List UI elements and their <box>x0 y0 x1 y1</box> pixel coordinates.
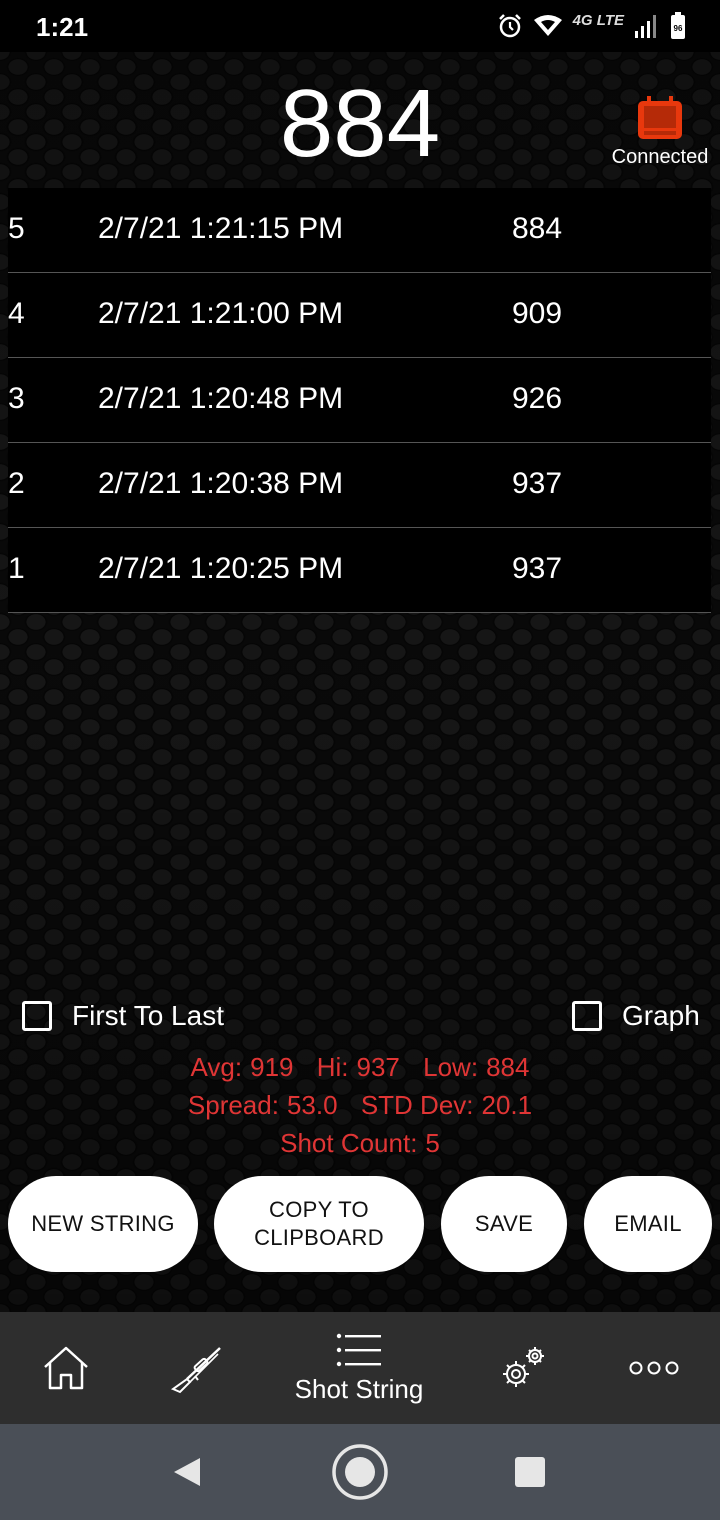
shot-datetime: 2/7/21 1:20:25 PM <box>98 552 344 585</box>
nav-settings[interactable] <box>492 1312 554 1424</box>
low-label: Low: <box>423 1052 479 1082</box>
shot-datetime: 2/7/21 1:20:48 PM <box>98 382 344 415</box>
std-dev-value: 20.1 <box>481 1090 533 1120</box>
shot-list: 5 2/7/21 1:21:15 PM 884 4 2/7/21 1:21:00… <box>8 188 711 613</box>
shot-velocity: 884 <box>512 212 563 245</box>
shot-number: 5 <box>8 212 25 245</box>
stats-line-3: Shot Count: 5 <box>0 1124 720 1162</box>
std-dev-label: STD Dev: <box>360 1090 474 1120</box>
shot-number: 3 <box>8 382 25 415</box>
first-to-last-label: First To Last <box>72 1000 224 1031</box>
nav-home[interactable] <box>30 1312 102 1424</box>
nav-shot-string-label: Shot String <box>294 1373 424 1404</box>
shot-count-value: 5 <box>425 1128 440 1158</box>
status-time: 1:21 <box>36 12 89 42</box>
hi-value: 937 <box>356 1052 400 1082</box>
nav-shot-string[interactable]: Shot String <box>270 1312 448 1424</box>
shot-statistics: Avg: 919 Hi: 937 Low: 884 Spread: 53.0 STD D… <box>0 1048 720 1162</box>
graph-label: Graph <box>622 1000 700 1031</box>
spread-label: Spread: <box>187 1090 279 1120</box>
avg-value: 919 <box>250 1052 294 1082</box>
shot-number: 4 <box>8 297 25 330</box>
checkbox-box[interactable] <box>22 1001 52 1031</box>
new-string-button[interactable]: NEW STRING <box>8 1176 198 1272</box>
shot-count-label: Shot Count: <box>280 1128 418 1158</box>
recents-icon[interactable] <box>513 1455 547 1489</box>
stats-line-1: Avg: 919 Hi: 937 Low: 884 <box>0 1048 720 1086</box>
table-row[interactable]: 5 2/7/21 1:21:15 PM 884 <box>8 188 711 273</box>
connection-label: Connected <box>611 146 709 168</box>
copy-button-line2: CLIPBOARD <box>254 1225 384 1250</box>
shot-velocity: 909 <box>512 297 563 330</box>
connection-status[interactable]: Connected <box>608 94 712 169</box>
alarm-icon <box>498 14 521 38</box>
nav-rifle[interactable] <box>160 1312 236 1424</box>
table-row[interactable]: 4 2/7/21 1:21:00 PM 909 <box>8 273 711 358</box>
signal-icon <box>635 15 656 38</box>
gears-icon <box>503 1347 544 1387</box>
home-icon <box>44 1346 88 1390</box>
list-icon <box>336 1333 381 1366</box>
app-content: 884 Connected 5 2/7/21 1:21:15 PM 884 4 … <box>0 52 720 1312</box>
shot-datetime: 2/7/21 1:21:00 PM <box>98 297 344 330</box>
graph-checkbox[interactable]: Graph <box>572 996 700 1036</box>
shot-velocity: 937 <box>512 467 563 500</box>
shot-datetime: 2/7/21 1:20:38 PM <box>98 467 344 500</box>
bottom-nav: Shot String <box>0 1312 720 1424</box>
copy-to-clipboard-button[interactable]: COPY TO CLIPBOARD <box>214 1176 424 1272</box>
copy-button-line1: COPY TO <box>269 1197 369 1222</box>
low-value: 884 <box>486 1052 530 1082</box>
table-row[interactable]: 1 2/7/21 1:20:25 PM 937 <box>8 528 711 613</box>
rifle-icon <box>170 1347 221 1394</box>
table-row[interactable]: 2 2/7/21 1:20:38 PM 937 <box>8 443 711 528</box>
back-icon[interactable] <box>170 1454 204 1490</box>
more-icon <box>629 1361 679 1375</box>
network-type: 4G LTE <box>572 11 624 29</box>
home-circle-icon[interactable] <box>330 1442 390 1502</box>
battery-icon: 96 <box>671 12 685 39</box>
table-row[interactable]: 3 2/7/21 1:20:48 PM 926 <box>8 358 711 443</box>
nav-more[interactable] <box>626 1312 682 1424</box>
shot-velocity: 937 <box>512 552 563 585</box>
email-button[interactable]: EMAIL <box>584 1176 712 1272</box>
save-button[interactable]: SAVE <box>441 1176 567 1272</box>
hi-label: Hi: <box>316 1052 349 1082</box>
shot-number: 1 <box>8 552 25 585</box>
checkbox-box[interactable] <box>572 1001 602 1031</box>
chronograph-connected-icon <box>638 96 682 139</box>
status-icons: 4G LTE 96 <box>497 10 686 42</box>
shot-velocity: 926 <box>512 382 563 415</box>
shot-datetime: 2/7/21 1:21:15 PM <box>98 212 344 245</box>
svg-text:96: 96 <box>674 24 683 33</box>
wifi-icon <box>533 15 562 36</box>
shot-number: 2 <box>8 467 25 500</box>
system-nav-bar <box>0 1424 720 1520</box>
stats-line-2: Spread: 53.0 STD Dev: 20.1 <box>0 1086 720 1124</box>
first-to-last-checkbox[interactable]: First To Last <box>22 996 224 1036</box>
avg-label: Avg: <box>190 1052 243 1082</box>
spread-value: 53.0 <box>286 1090 338 1120</box>
status-bar: 1:21 4G LTE 96 <box>0 0 720 52</box>
